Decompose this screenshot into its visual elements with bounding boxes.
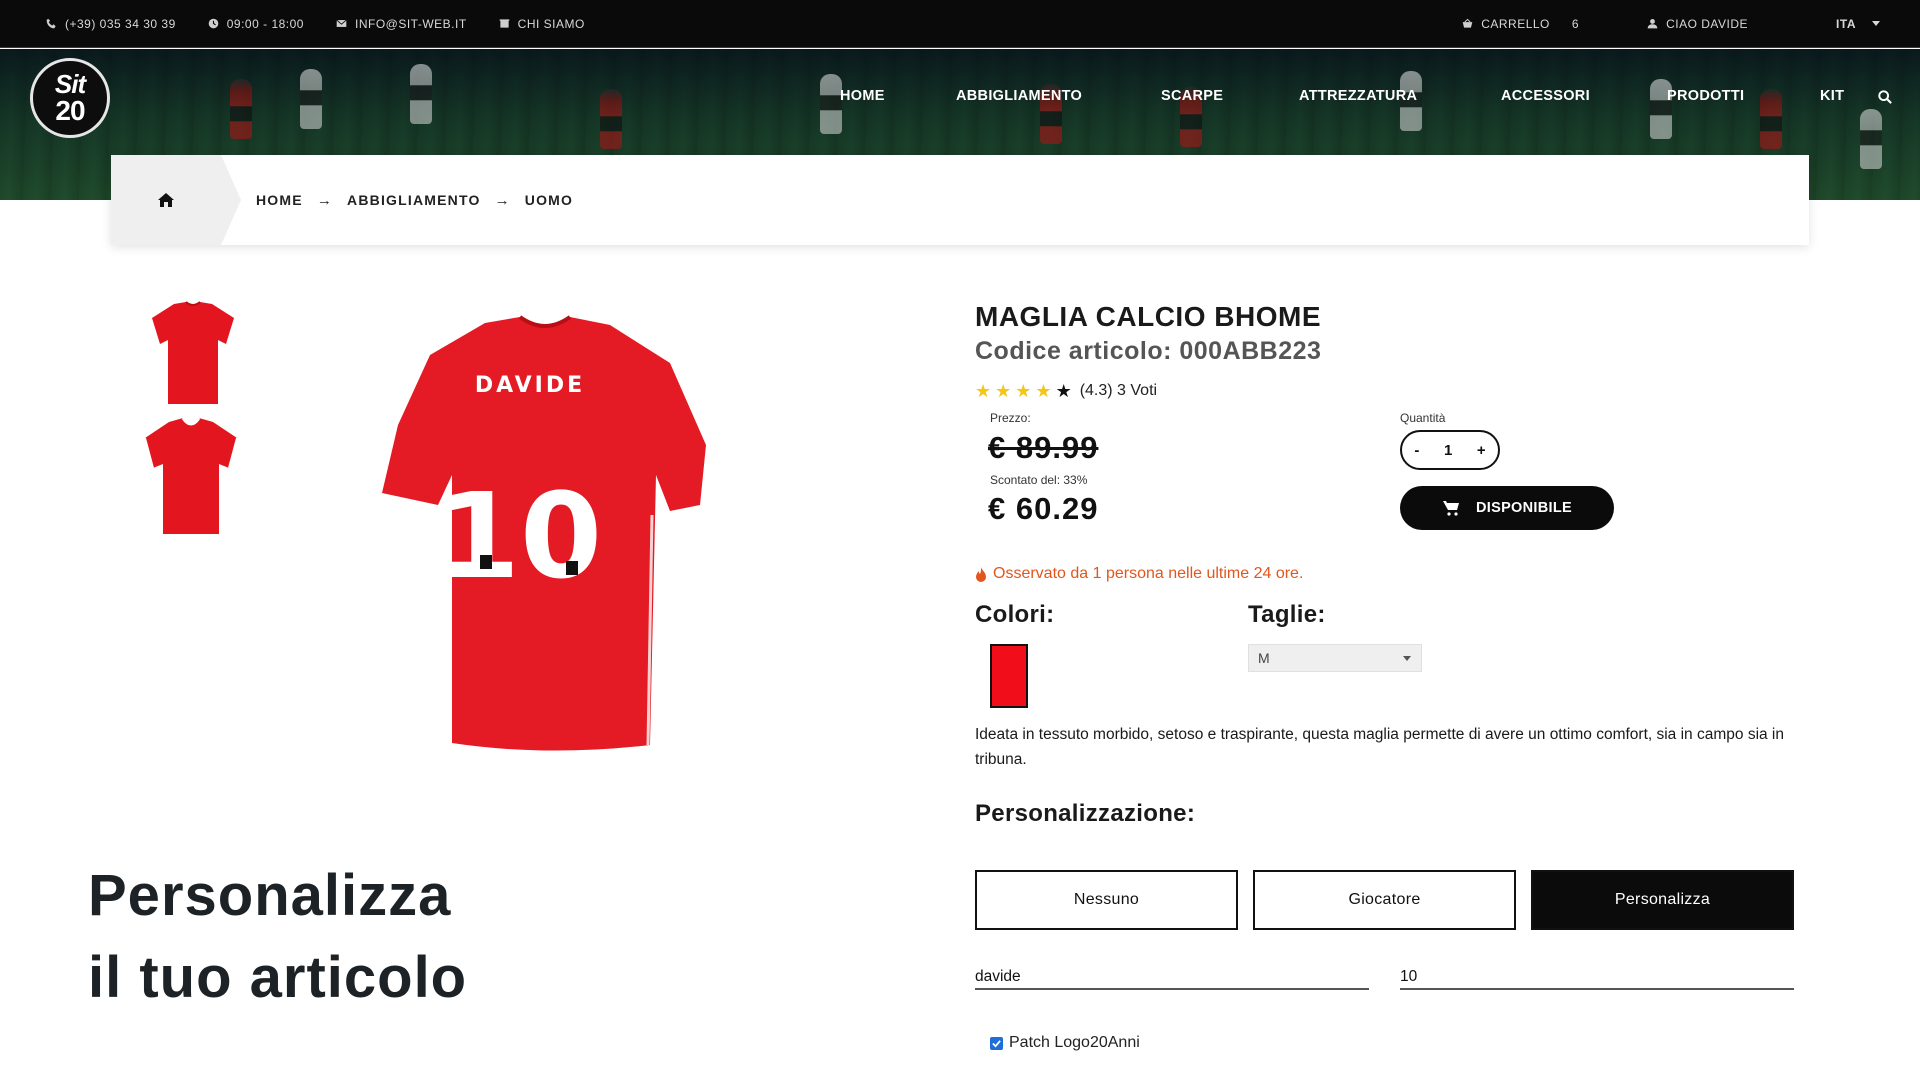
check-icon bbox=[992, 1039, 1001, 1048]
product-thumbnail-front[interactable] bbox=[143, 416, 239, 538]
colors-heading: Colori: bbox=[975, 601, 1055, 628]
promo-heading: Personalizza il tuo articolo bbox=[88, 855, 467, 1019]
arrow-right-icon: → bbox=[316, 191, 334, 209]
search-icon[interactable] bbox=[1878, 90, 1892, 104]
nav-kit[interactable]: KIT bbox=[1820, 88, 1844, 104]
about-link[interactable]: CHI SIAMO bbox=[499, 17, 585, 31]
cart-label: CARRELLO bbox=[1481, 16, 1550, 31]
contact-info: (+39) 035 34 30 39 09:00 - 18:00 INFO@SI… bbox=[46, 17, 585, 31]
phone-text: (+39) 035 34 30 39 bbox=[65, 16, 176, 31]
jersey-badge-left bbox=[480, 555, 492, 569]
user-greeting: CIAO DAVIDE bbox=[1666, 16, 1749, 31]
quantity-label: Quantità bbox=[1400, 411, 1446, 425]
availability-label: DISPONIBILE bbox=[1476, 500, 1572, 516]
nav-abbigliamento[interactable]: ABBIGLIAMENTO bbox=[956, 88, 1082, 104]
nav-home[interactable]: HOME bbox=[840, 88, 885, 104]
patch-label: Patch Logo20Anni bbox=[1009, 1034, 1140, 1051]
option-personalizza-button[interactable]: Personalizza bbox=[1531, 870, 1794, 930]
caret-down-icon bbox=[1872, 21, 1880, 26]
account-area: CARRELLO 6 CIAO DAVIDE ITA bbox=[1462, 17, 1880, 31]
breadcrumb-item-home[interactable]: HOME bbox=[256, 192, 303, 208]
option-nessuno-button[interactable]: Nessuno bbox=[975, 870, 1238, 930]
nav-prodotti[interactable]: PRODOTTI bbox=[1667, 88, 1744, 104]
basket-icon bbox=[1462, 18, 1473, 28]
nav-scarpe[interactable]: SCARPE bbox=[1161, 88, 1223, 104]
background-player bbox=[1860, 109, 1882, 169]
opening-hours: 09:00 - 18:00 bbox=[208, 17, 304, 31]
caret-down-icon bbox=[1403, 656, 1411, 661]
product-description: Ideata in tessuto morbido, setoso e tras… bbox=[975, 726, 1784, 768]
nav-accessori[interactable]: ACCESSORI bbox=[1501, 88, 1590, 104]
personalization-heading: Personalizzazione: bbox=[975, 800, 1196, 827]
flame-icon bbox=[976, 566, 986, 582]
quantity-value[interactable]: 1 bbox=[1444, 442, 1452, 459]
quantity-decrease-button[interactable]: - bbox=[1414, 442, 1419, 459]
cart-link[interactable]: CARRELLO 6 bbox=[1462, 17, 1579, 31]
home-icon bbox=[158, 193, 174, 207]
nav-attrezzatura[interactable]: ATTREZZATURA bbox=[1299, 88, 1417, 104]
breadcrumb-item-uomo: UOMO bbox=[524, 192, 574, 208]
sizes-heading: Taglie: bbox=[1248, 601, 1326, 628]
clock-icon bbox=[208, 18, 219, 29]
building-icon bbox=[499, 19, 509, 28]
cart-icon bbox=[1443, 501, 1460, 516]
user-icon bbox=[1647, 19, 1658, 29]
size-select[interactable]: M bbox=[1248, 644, 1422, 672]
arrow-right-icon: → bbox=[494, 191, 511, 209]
new-price: € 60.29 bbox=[988, 491, 1099, 526]
product-thumbnail-back[interactable] bbox=[150, 300, 236, 408]
email-link[interactable]: INFO@SIT-WEB.IT bbox=[336, 17, 467, 31]
promo-line-2: il tuo articolo bbox=[88, 945, 468, 1010]
product-code: Codice articolo: 000ABB223 bbox=[975, 337, 1322, 365]
user-menu[interactable]: CIAO DAVIDE bbox=[1647, 17, 1748, 31]
phone-link[interactable]: (+39) 035 34 30 39 bbox=[46, 17, 176, 31]
top-bar: (+39) 035 34 30 39 09:00 - 18:00 INFO@SI… bbox=[0, 0, 1920, 48]
price-label: Prezzo: bbox=[990, 411, 1031, 425]
main-nav: HOME ABBIGLIAMENTO SCARPE ATTREZZATURA A… bbox=[0, 88, 1920, 108]
language-selector[interactable]: ITA bbox=[1836, 17, 1880, 31]
add-to-cart-button[interactable]: DISPONIBILE bbox=[1400, 486, 1614, 530]
star-empty-icon: ★ bbox=[1055, 381, 1072, 401]
breadcrumb-item-abbigliamento[interactable]: ABBIGLIAMENTO bbox=[347, 192, 481, 208]
jersey-badge-right bbox=[566, 561, 578, 575]
breadcrumb: HOME → ABBIGLIAMENTO → UOMO bbox=[111, 155, 1809, 245]
language-value: ITA bbox=[1836, 16, 1856, 31]
option-giocatore-button[interactable]: Giocatore bbox=[1253, 870, 1516, 930]
color-swatch-red[interactable] bbox=[990, 644, 1028, 708]
patch-checkbox[interactable] bbox=[990, 1036, 1003, 1050]
custom-number-input[interactable]: 10 bbox=[1400, 968, 1794, 990]
phone-icon bbox=[46, 18, 56, 29]
patch-option[interactable]: Patch Logo20Anni bbox=[990, 1034, 1140, 1052]
star-icon: ★ bbox=[1015, 381, 1032, 401]
cart-count: 6 bbox=[1571, 16, 1580, 31]
quantity-increase-button[interactable]: + bbox=[1477, 442, 1486, 459]
observed-notice: Osservato da 1 persona nelle ultime 24 o… bbox=[975, 565, 1303, 583]
promo-line-1: Personalizza bbox=[88, 863, 452, 928]
jersey-number-print: 10 bbox=[438, 467, 602, 605]
about-text: CHI SIAMO bbox=[517, 16, 585, 31]
old-price: € 89.99 bbox=[988, 430, 1099, 465]
star-icon: ★ bbox=[995, 381, 1012, 401]
product-main-image[interactable]: DAVIDE 10 bbox=[370, 315, 720, 755]
product-title: MAGLIA CALCIO BHOME bbox=[975, 301, 1321, 332]
star-icon: ★ bbox=[1035, 381, 1052, 401]
envelope-icon bbox=[336, 19, 347, 27]
breadcrumb-items: HOME → ABBIGLIAMENTO → UOMO bbox=[256, 155, 573, 245]
quantity-stepper[interactable]: - 1 + bbox=[1400, 430, 1500, 470]
observed-text: Osservato da 1 persona nelle ultime 24 o… bbox=[993, 565, 1304, 582]
jersey-name-print: DAVIDE bbox=[475, 373, 585, 398]
discount-label: Scontato del: 33% bbox=[990, 473, 1088, 487]
size-value: M bbox=[1258, 650, 1270, 666]
breadcrumb-home[interactable] bbox=[111, 155, 241, 245]
hours-text: 09:00 - 18:00 bbox=[226, 16, 304, 31]
rating-text: (4.3) 3 Voti bbox=[1079, 382, 1158, 399]
star-icon: ★ bbox=[975, 381, 992, 401]
product-rating: ★ ★ ★ ★ ★ (4.3) 3 Voti bbox=[975, 382, 1157, 400]
custom-name-input[interactable]: davide bbox=[975, 968, 1369, 990]
email-text: INFO@SIT-WEB.IT bbox=[354, 16, 467, 31]
